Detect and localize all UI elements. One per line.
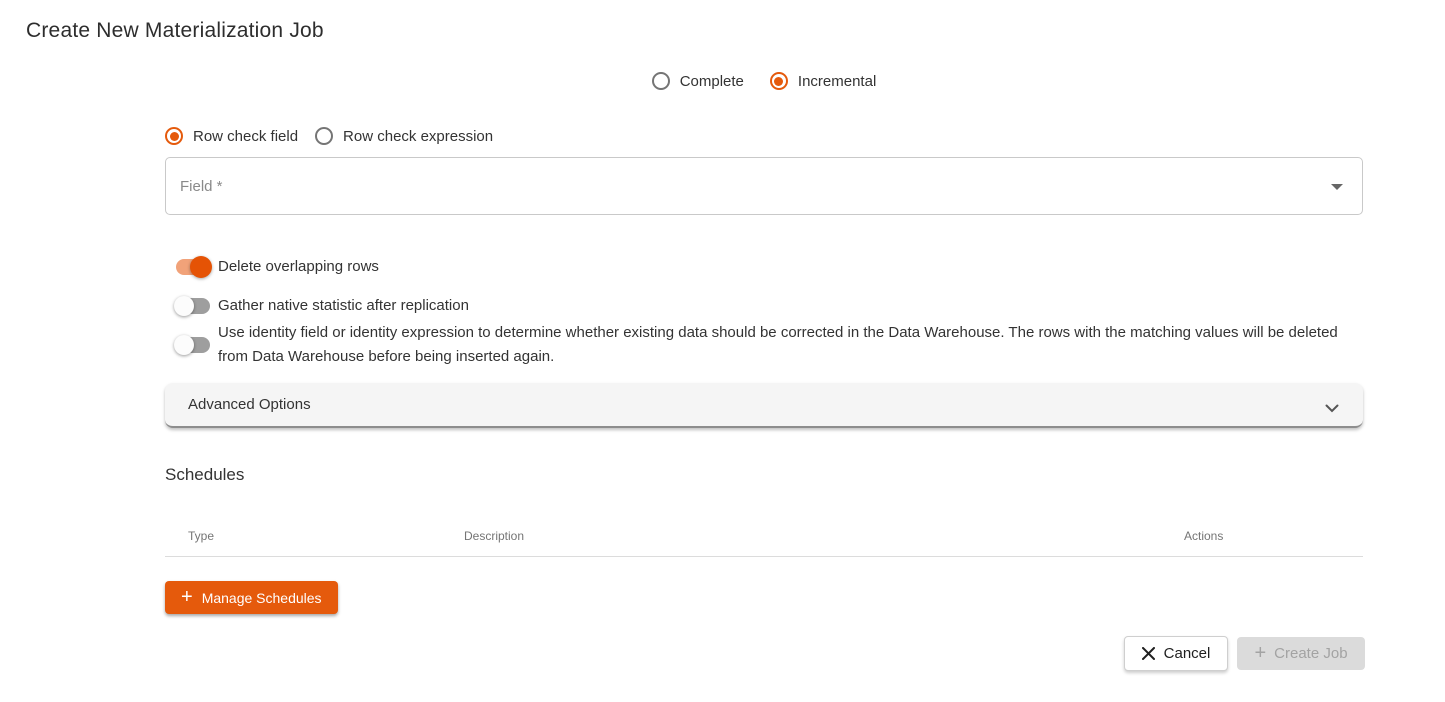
toggle-row-use-identity: Use identity field or identity expressio…: [176, 321, 1343, 369]
radio-option-row-check-expression[interactable]: Row check expression: [315, 127, 493, 145]
row-check-radio-group: Row check field Row check expression: [165, 127, 493, 145]
toggle-delete-overlapping-rows[interactable]: [176, 259, 210, 275]
create-job-button[interactable]: + Create Job: [1237, 637, 1365, 670]
cancel-button[interactable]: Cancel: [1124, 636, 1228, 671]
close-icon: [1142, 647, 1155, 660]
caret-down-icon[interactable]: [1331, 184, 1343, 190]
create-materialization-job-page: Create New Materialization Job Complete …: [0, 0, 1445, 702]
radio-option-complete[interactable]: Complete: [652, 72, 744, 90]
page-title: Create New Materialization Job: [26, 19, 324, 43]
plus-icon: +: [1254, 643, 1266, 663]
radio-selected-icon[interactable]: [770, 72, 788, 90]
toggle-knob[interactable]: [190, 256, 212, 278]
column-header-actions: Actions: [1184, 529, 1223, 543]
create-job-label: Create Job: [1274, 645, 1347, 662]
toggle-knob[interactable]: [174, 335, 194, 355]
toggle-use-identity-field[interactable]: [176, 337, 210, 353]
chevron-down-icon[interactable]: [1325, 400, 1339, 418]
field-select-placeholder: Field *: [180, 178, 223, 195]
column-header-type: Type: [188, 529, 214, 543]
radio-unselected-icon[interactable]: [315, 127, 333, 145]
job-type-radio-group: Complete Incremental: [165, 72, 1363, 90]
toggle-label-use-identity-field: Use identity field or identity expressio…: [218, 321, 1343, 369]
toggle-row-delete-overlapping: Delete overlapping rows: [176, 252, 379, 282]
manage-schedules-label: Manage Schedules: [202, 590, 322, 606]
schedules-table-divider: [165, 556, 1363, 557]
toggle-gather-native-statistic[interactable]: [176, 298, 210, 314]
toggle-row-gather-statistic: Gather native statistic after replicatio…: [176, 291, 469, 321]
plus-icon: +: [181, 587, 193, 607]
radio-option-incremental[interactable]: Incremental: [770, 72, 876, 90]
radio-option-row-check-field[interactable]: Row check field: [165, 127, 298, 145]
cancel-label: Cancel: [1164, 645, 1211, 662]
toggle-label-delete-overlapping-rows: Delete overlapping rows: [218, 255, 379, 279]
radio-label-row-check-field: Row check field: [193, 128, 298, 145]
advanced-options-label: Advanced Options: [188, 396, 311, 413]
radio-label-row-check-expression: Row check expression: [343, 128, 493, 145]
radio-label-complete: Complete: [680, 73, 744, 90]
radio-selected-icon[interactable]: [165, 127, 183, 145]
field-select-dropdown[interactable]: Field *: [165, 157, 1363, 215]
schedules-heading: Schedules: [165, 465, 244, 485]
toggle-knob[interactable]: [174, 296, 194, 316]
radio-label-incremental: Incremental: [798, 73, 876, 90]
advanced-options-accordion[interactable]: Advanced Options: [165, 383, 1363, 428]
radio-unselected-icon[interactable]: [652, 72, 670, 90]
column-header-description: Description: [464, 529, 524, 543]
toggle-label-gather-native-statistic: Gather native statistic after replicatio…: [218, 294, 469, 318]
manage-schedules-button[interactable]: + Manage Schedules: [165, 581, 338, 614]
